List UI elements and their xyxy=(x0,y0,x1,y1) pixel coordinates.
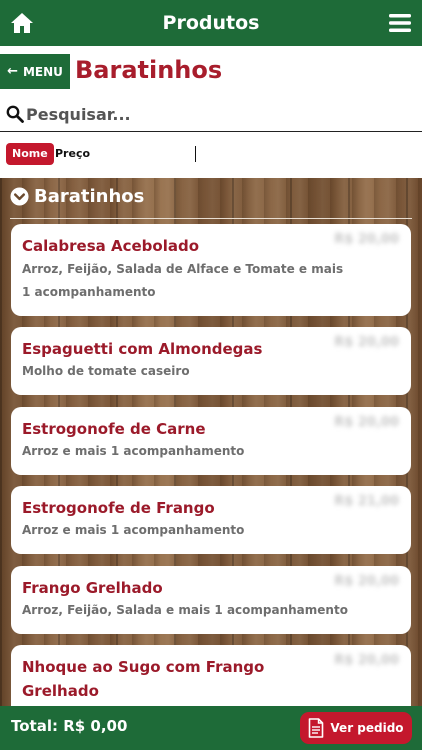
product-description: Arroz, Feijão, Salada e mais 1 acompanha… xyxy=(22,603,348,617)
sort-by-name-button[interactable]: Nome xyxy=(6,143,54,165)
product-price: R$ 20,00 xyxy=(334,653,399,668)
app-title: Produtos xyxy=(162,12,260,34)
arrow-left-icon: ← xyxy=(7,64,18,79)
search-bar xyxy=(0,96,422,132)
product-name: Espaguetti com Almondegas xyxy=(22,340,263,358)
section-title: Baratinhos xyxy=(34,186,145,207)
page-title: Baratinhos xyxy=(75,56,223,84)
product-card[interactable]: Estrogonofe de Carne Arroz e mais 1 acom… xyxy=(11,407,411,475)
sort-by-price-button[interactable]: Preço xyxy=(55,147,90,160)
divider xyxy=(195,146,196,162)
sort-options: Nome Preço xyxy=(0,133,422,178)
product-name: Calabresa Acebolado xyxy=(22,237,199,255)
product-name: Estrogonofe de Carne xyxy=(22,420,206,438)
product-card[interactable]: Calabresa Acebolado Arroz, Feijão, Salad… xyxy=(11,224,411,316)
product-price: R$ 20,00 xyxy=(334,415,399,430)
search-input[interactable] xyxy=(26,100,406,128)
section-divider xyxy=(10,218,412,219)
product-description: Arroz, Feijão, Salada de Alface e Tomate… xyxy=(22,262,344,299)
product-description: Arroz e mais 1 acompanhamento xyxy=(22,523,245,537)
product-price: R$ 21,00 xyxy=(334,494,399,509)
product-price: R$ 20,00 xyxy=(334,232,399,247)
menu-button-label: MENU xyxy=(22,64,63,79)
document-icon xyxy=(309,718,324,738)
product-card[interactable]: Nhoque ao Sugo com Frango Grelhado R$ 20… xyxy=(11,645,411,706)
product-card[interactable]: Espaguetti com Almondegas Molho de tomat… xyxy=(11,327,411,395)
product-name: Estrogonofe de Frango xyxy=(22,499,215,517)
home-icon[interactable] xyxy=(10,12,34,34)
search-icon xyxy=(6,105,24,123)
page-header: ← MENU Baratinhos xyxy=(0,46,422,94)
view-order-label: Ver pedido xyxy=(330,721,404,735)
top-app-bar: Produtos xyxy=(0,0,422,46)
product-list-panel: Baratinhos Calabresa Acebolado Arroz, Fe… xyxy=(0,178,422,706)
product-name: Frango Grelhado xyxy=(22,579,163,597)
product-description: Arroz e mais 1 acompanhamento xyxy=(22,444,245,458)
product-description: Molho de tomate caseiro xyxy=(22,364,190,378)
hamburger-icon[interactable] xyxy=(389,14,411,32)
order-total: Total: R$ 0,00 xyxy=(11,717,128,735)
menu-back-button[interactable]: ← MENU xyxy=(0,54,70,89)
product-price: R$ 20,00 xyxy=(334,574,399,589)
chevron-circle-down-icon xyxy=(10,187,29,206)
product-card[interactable]: Frango Grelhado Arroz, Feijão, Salada e … xyxy=(11,566,411,634)
section-header[interactable]: Baratinhos xyxy=(10,186,144,207)
product-name: Nhoque ao Sugo com Frango Grelhado xyxy=(22,658,265,700)
product-card[interactable]: Estrogonofe de Frango Arroz e mais 1 aco… xyxy=(11,486,411,554)
bottom-bar: Total: R$ 0,00 Ver pedido xyxy=(0,706,422,750)
view-order-button[interactable]: Ver pedido xyxy=(300,712,412,744)
product-price: R$ 20,00 xyxy=(334,335,399,350)
